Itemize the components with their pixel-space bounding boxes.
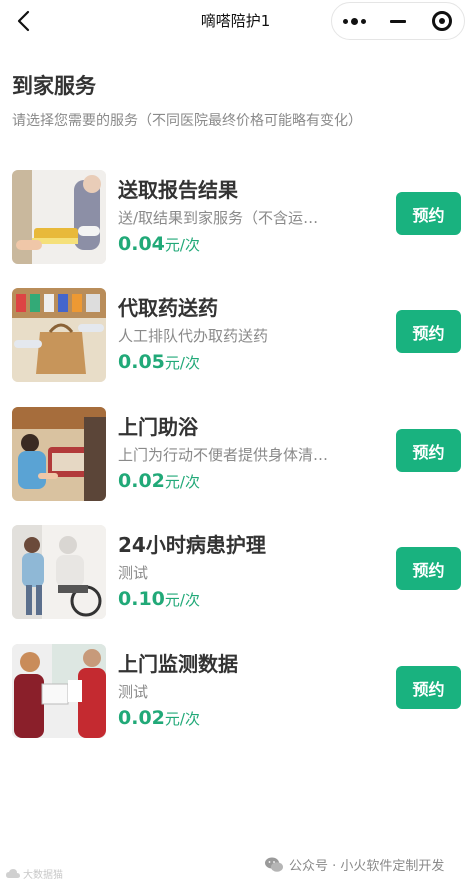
book-button[interactable]: 预约 — [396, 547, 461, 590]
target-circle-icon — [432, 11, 452, 31]
minus-icon — [390, 19, 406, 23]
more-button[interactable] — [332, 3, 376, 39]
service-image — [12, 525, 106, 619]
price-value: 0.10 — [118, 588, 165, 610]
service-item[interactable]: 代取药送药 人工排队代办取药送药 0.05元/次 预约 — [0, 288, 471, 382]
watermark-left-text: 大数据猫 — [23, 870, 63, 881]
book-button[interactable]: 预约 — [396, 192, 461, 235]
service-item[interactable]: 上门助浴 上门为行动不便者提供身体清洁服务 0.02元/次 预约 — [0, 407, 471, 501]
service-price: 0.10元/次 — [118, 588, 200, 610]
service-item[interactable]: 送取报告结果 送/取结果到家服务（不含运费） 0.04元/次 预约 — [0, 170, 471, 264]
navbar: 嘀嗒陪护1 — [0, 0, 471, 42]
service-description: 测试 — [118, 564, 149, 582]
service-title: 上门监测数据 — [118, 652, 238, 676]
service-item[interactable]: 24小时病患护理 测试 0.10元/次 预约 — [0, 525, 471, 619]
service-image — [12, 288, 106, 382]
service-price: 0.04元/次 — [118, 233, 200, 255]
cloud-icon — [6, 868, 20, 878]
price-unit: 元/次 — [164, 473, 200, 491]
watermark-right-text: 公众号 · 小火软件定制开发 — [289, 859, 445, 874]
service-title: 上门助浴 — [118, 415, 198, 439]
close-miniprogram-button[interactable] — [420, 3, 464, 39]
service-price: 0.02元/次 — [118, 707, 200, 729]
price-value: 0.02 — [118, 707, 165, 729]
service-description: 测试 — [118, 683, 149, 701]
mini-program-capsule — [331, 2, 465, 40]
service-description: 上门为行动不便者提供身体清洁服务 — [118, 446, 333, 464]
more-dots-icon — [342, 17, 366, 25]
page-title: 到家服务 — [12, 74, 96, 98]
service-title: 24小时病患护理 — [118, 533, 266, 557]
service-description: 人工排队代办取药送药 — [118, 327, 269, 345]
price-value: 0.05 — [118, 351, 165, 373]
watermark-right: 公众号 · 小火软件定制开发 — [265, 855, 444, 874]
price-value: 0.02 — [118, 470, 165, 492]
service-image — [12, 407, 106, 501]
price-value: 0.04 — [118, 233, 165, 255]
service-description: 送/取结果到家服务（不含运费） — [118, 209, 333, 227]
price-unit: 元/次 — [164, 591, 200, 609]
service-image — [12, 170, 106, 264]
watermark-left: 大数据猫 — [6, 866, 63, 881]
price-unit: 元/次 — [164, 236, 200, 254]
minimize-button[interactable] — [376, 3, 420, 39]
service-price: 0.02元/次 — [118, 470, 200, 492]
book-button[interactable]: 预约 — [396, 429, 461, 472]
price-unit: 元/次 — [164, 710, 200, 728]
book-button[interactable]: 预约 — [396, 666, 461, 709]
wechat-icon — [265, 857, 283, 872]
service-title: 送取报告结果 — [118, 178, 238, 202]
book-button[interactable]: 预约 — [396, 310, 461, 353]
price-unit: 元/次 — [164, 354, 200, 372]
service-title: 代取药送药 — [118, 296, 218, 320]
page-subtitle: 请选择您需要的服务（不同医院最终价格可能略有变化） — [12, 113, 362, 129]
service-image — [12, 644, 106, 738]
service-price: 0.05元/次 — [118, 351, 200, 373]
service-item[interactable]: 上门监测数据 测试 0.02元/次 预约 — [0, 644, 471, 738]
